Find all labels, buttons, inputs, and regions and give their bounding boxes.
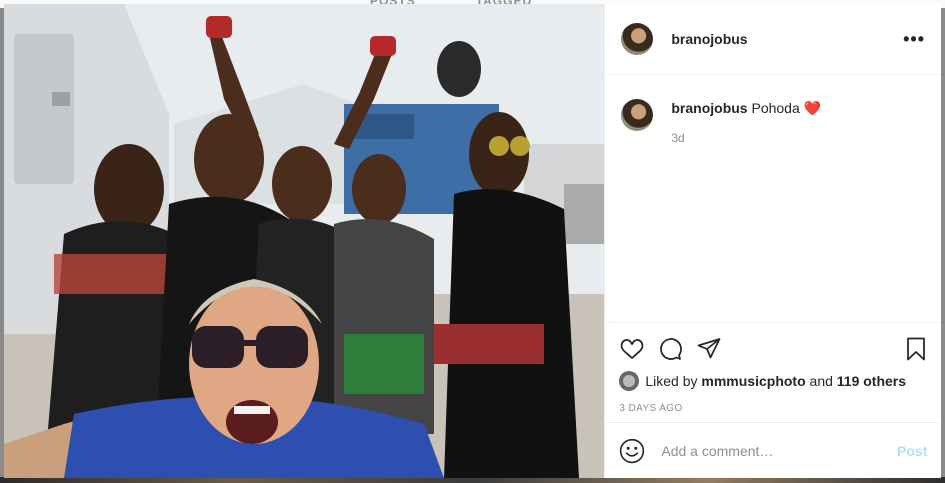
post-actions: Liked by mmmusicphoto and 119 others 3 D…: [605, 322, 941, 414]
more-icon[interactable]: •••: [903, 29, 925, 50]
liked-by-and: and: [809, 373, 833, 389]
liker-avatar[interactable]: [619, 371, 640, 391]
heart-emoji-icon: ❤️: [803, 100, 822, 116]
caption-avatar[interactable]: [621, 99, 654, 131]
action-icons: [619, 335, 927, 363]
author-avatar[interactable]: [621, 23, 654, 55]
author-username[interactable]: branojobus: [671, 31, 747, 47]
share-icon[interactable]: [697, 337, 721, 361]
caption-content: branojobus Pohoda ❤️ 3d: [671, 99, 821, 147]
caption-text: Pohoda: [751, 100, 800, 116]
comment-bar: Post: [605, 422, 941, 478]
caption-age[interactable]: 3d: [671, 129, 821, 147]
caption-block: branojobus Pohoda ❤️ 3d: [605, 75, 941, 147]
post-comment-button[interactable]: Post: [897, 443, 927, 459]
post-photo[interactable]: [4, 4, 605, 478]
post-header: branojobus •••: [605, 4, 941, 75]
liked-by-user[interactable]: mmmusicphoto: [701, 373, 805, 389]
heart-icon[interactable]: [619, 337, 645, 361]
emoji-icon[interactable]: [619, 438, 645, 464]
liked-by: Liked by mmmusicphoto and 119 others: [619, 371, 927, 391]
post-modal: branojobus ••• branojobus Pohoda ❤️ 3d L…: [4, 4, 941, 478]
liked-by-others[interactable]: 119 others: [837, 373, 906, 389]
liked-by-prefix: Liked by: [645, 373, 698, 389]
post-details-panel: branojobus ••• branojobus Pohoda ❤️ 3d L…: [604, 4, 941, 478]
comment-icon[interactable]: [659, 337, 683, 361]
post-timestamp[interactable]: 3 DAYS AGO: [619, 403, 927, 414]
bookmark-icon[interactable]: [905, 337, 927, 361]
comment-input[interactable]: [659, 441, 898, 460]
post-photo-image: [4, 4, 605, 478]
caption-username[interactable]: branojobus: [671, 100, 747, 116]
